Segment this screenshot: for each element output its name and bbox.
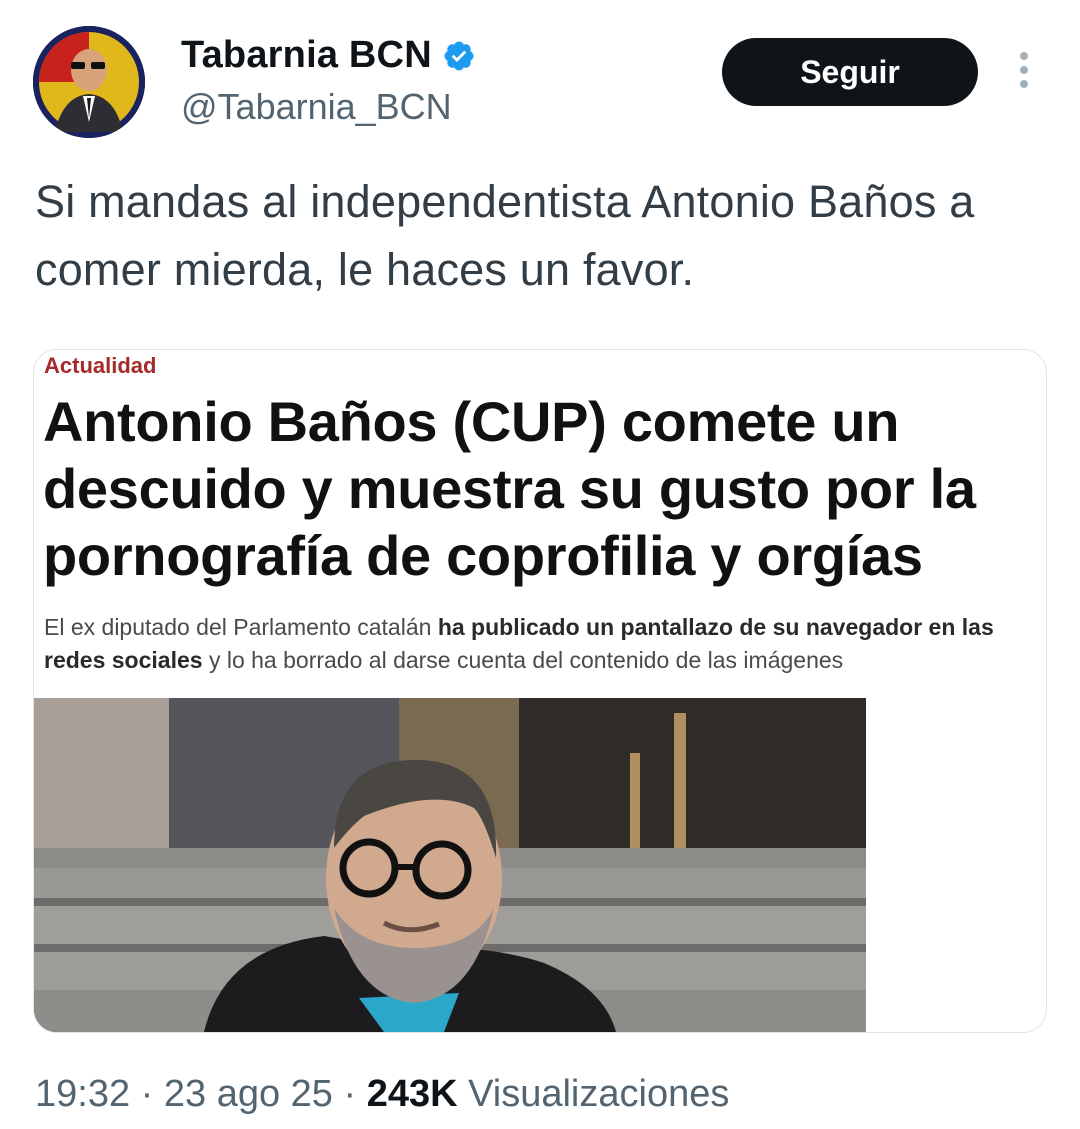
- article-photo-illustration: [34, 698, 866, 1032]
- tweet-date[interactable]: 23 ago 25: [164, 1073, 333, 1115]
- tweet-meta: 19:32 · 23 ago 25 · 243K Visualizaciones: [35, 1073, 729, 1116]
- meta-separator: ·: [130, 1073, 164, 1115]
- avatar[interactable]: [33, 26, 145, 138]
- verified-badge-icon: [444, 40, 474, 71]
- tweet-media[interactable]: Actualidad Antonio Baños (CUP) comete un…: [33, 349, 1047, 1033]
- article-subhead: El ex diputado del Parlamento catalán ha…: [44, 611, 1046, 677]
- tweet-text: Si mandas al independentista Antonio Bañ…: [35, 176, 975, 295]
- article-headline: Antonio Baños (CUP) comete un descuido y…: [43, 390, 976, 587]
- views-count: 243K: [366, 1073, 458, 1115]
- views-label: Visualizaciones: [457, 1073, 730, 1115]
- avatar-image: [33, 26, 145, 138]
- follow-button[interactable]: Seguir: [722, 38, 978, 106]
- article-section-label: Actualidad: [44, 353, 157, 378]
- user-handle[interactable]: @Tabarnia_BCN: [181, 86, 452, 128]
- article-photo: [34, 698, 866, 1032]
- more-vertical-icon[interactable]: [1010, 52, 1038, 96]
- tweet-time[interactable]: 19:32: [35, 1073, 130, 1115]
- user-name-row[interactable]: Tabarnia BCN: [181, 34, 476, 77]
- subhead-text-2: y lo ha borrado al darse cuenta del cont…: [202, 647, 844, 673]
- meta-separator: ·: [332, 1073, 367, 1115]
- subhead-text-1: El ex diputado del Parlamento catalán: [44, 614, 438, 640]
- display-name[interactable]: Tabarnia BCN: [181, 34, 432, 77]
